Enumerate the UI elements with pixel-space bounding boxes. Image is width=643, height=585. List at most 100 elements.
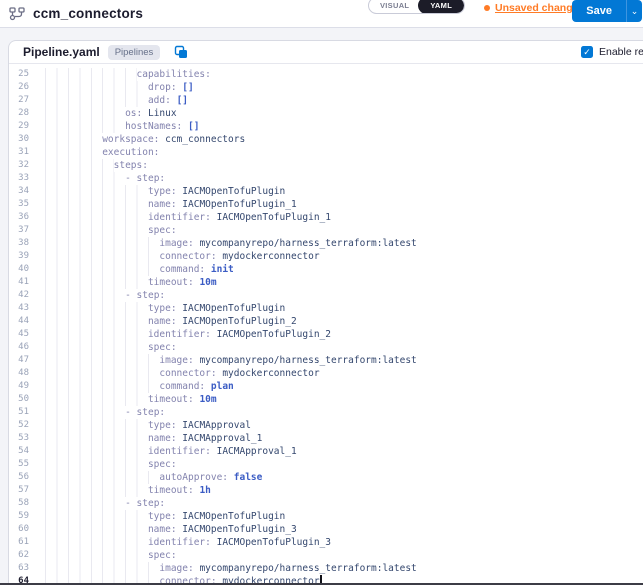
code-line[interactable]: 40command: init	[9, 263, 643, 276]
code-line[interactable]: 57timeout: 1h	[9, 484, 643, 497]
code-line[interactable]: 46spec:	[9, 341, 643, 354]
code-line[interactable]: 27 add: []	[9, 94, 643, 107]
code-line[interactable]: 29hostNames: []	[9, 120, 643, 133]
code-line[interactable]: 49command: plan	[9, 380, 643, 393]
code-line[interactable]: 30workspace: ccm_connectors	[9, 133, 643, 146]
code-line[interactable]: 25capabilities:	[9, 68, 643, 81]
indent-guides	[45, 523, 148, 536]
yaml-value: IACMOpenTofuPlugin_3	[211, 536, 331, 549]
code-line[interactable]: 42- step:	[9, 289, 643, 302]
code-line[interactable]: 50timeout: 10m	[9, 393, 643, 406]
indent-guides	[45, 471, 159, 484]
yaml-key: add:	[148, 94, 171, 107]
line-number: 37	[9, 224, 33, 237]
yaml-key: type:	[148, 419, 177, 432]
yaml-key: type:	[148, 185, 177, 198]
copy-icon[interactable]	[174, 45, 188, 59]
yaml-list-dash: -	[125, 289, 136, 302]
yaml-key: name:	[148, 198, 177, 211]
code-line[interactable]: 54identifier: IACMApproval_1	[9, 445, 643, 458]
line-number: 49	[9, 380, 33, 393]
yaml-key: identifier:	[148, 211, 211, 224]
yaml-key: step:	[137, 172, 166, 185]
code-line[interactable]: 45identifier: IACMOpenTofuPlugin_2	[9, 328, 643, 341]
indent-guides	[45, 380, 159, 393]
line-number: 27	[9, 94, 33, 107]
code-line[interactable]: 55spec:	[9, 458, 643, 471]
code-line[interactable]: 53name: IACMApproval_1	[9, 432, 643, 445]
code-line[interactable]: 26drop: []	[9, 81, 643, 94]
line-number: 56	[9, 471, 33, 484]
line-number: 52	[9, 419, 33, 432]
code-line[interactable]: 59type: IACMOpenTofuPlugin	[9, 510, 643, 523]
code-line[interactable]: 43type: IACMOpenTofuPlugin	[9, 302, 643, 315]
yaml-value: mydockerconnector	[217, 367, 320, 380]
indent-guides	[45, 445, 148, 458]
yaml-value: []	[171, 94, 188, 107]
code-line[interactable]: 34type: IACMOpenTofuPlugin	[9, 185, 643, 198]
line-number: 51	[9, 406, 33, 419]
yaml-key: spec:	[148, 458, 177, 471]
code-line[interactable]: 32steps:	[9, 159, 643, 172]
line-number: 28	[9, 107, 33, 120]
indent-guides	[45, 94, 148, 107]
code-line[interactable]: 48connector: mydockerconnector	[9, 367, 643, 380]
indent-guides	[45, 198, 148, 211]
indent-guides	[45, 328, 148, 341]
indent-guides	[45, 224, 148, 237]
save-split-button[interactable]: Save ⌄	[572, 0, 642, 22]
code-line[interactable]: 63image: mycompanyrepo/harness_terraform…	[9, 562, 643, 575]
save-button[interactable]: Save	[572, 0, 626, 22]
yaml-list-dash: -	[125, 406, 136, 419]
code-line[interactable]: 56autoApprove: false	[9, 471, 643, 484]
line-number: 54	[9, 445, 33, 458]
yaml-code-editor[interactable]: 25capabilities:26drop: []27 add: []28os: …	[9, 64, 643, 585]
readonly-checkbox[interactable]: ✓	[581, 46, 593, 58]
indent-guides	[45, 497, 125, 510]
code-line[interactable]: 47image: mycompanyrepo/harness_terraform…	[9, 354, 643, 367]
indent-guides	[45, 536, 148, 549]
yaml-value: IACMOpenTofuPlugin_1	[211, 211, 331, 224]
code-line[interactable]: 62spec:	[9, 549, 643, 562]
code-line[interactable]: 52type: IACMApproval	[9, 419, 643, 432]
line-number: 43	[9, 302, 33, 315]
yaml-value: IACMOpenTofuPlugin_2	[211, 328, 331, 341]
line-number: 46	[9, 341, 33, 354]
code-line[interactable]: 31execution:	[9, 146, 643, 159]
yaml-key: timeout:	[148, 276, 194, 289]
code-line[interactable]: 60name: IACMOpenTofuPlugin_3	[9, 523, 643, 536]
toggle-yaml-option[interactable]: YAML	[418, 0, 464, 14]
code-line[interactable]: 41timeout: 10m	[9, 276, 643, 289]
save-dropdown-caret-icon[interactable]: ⌄	[626, 0, 642, 22]
yaml-value: IACMOpenTofuPlugin_2	[177, 315, 297, 328]
code-line[interactable]: 51 - step:	[9, 406, 643, 419]
yaml-value: IACMOpenTofuPlugin	[177, 510, 286, 523]
page-title: ccm_connectors	[33, 6, 143, 21]
toggle-visual-option[interactable]: VISUAL	[369, 1, 418, 10]
yaml-key: step:	[137, 406, 166, 419]
yaml-key: capabilities:	[137, 68, 211, 81]
yaml-list-dash: -	[125, 497, 136, 510]
yaml-key: image:	[159, 562, 193, 575]
line-number: 44	[9, 315, 33, 328]
indent-guides	[45, 159, 114, 172]
yaml-key: identifier:	[148, 328, 211, 341]
code-line[interactable]: 36identifier: IACMOpenTofuPlugin_1	[9, 211, 643, 224]
code-line[interactable]: 35name: IACMOpenTofuPlugin_1	[9, 198, 643, 211]
indent-guides	[45, 510, 148, 523]
line-number: 57	[9, 484, 33, 497]
code-line[interactable]: 39connector: mydockerconnector	[9, 250, 643, 263]
indent-guides	[45, 263, 159, 276]
code-line[interactable]: 58- step:	[9, 497, 643, 510]
code-line[interactable]: 44name: IACMOpenTofuPlugin_2	[9, 315, 643, 328]
code-line[interactable]: 38image: mycompanyrepo/harness_terraform…	[9, 237, 643, 250]
line-number: 33	[9, 172, 33, 185]
code-line[interactable]: 61identifier: IACMOpenTofuPlugin_3	[9, 536, 643, 549]
enable-readonly-control: ✓ Enable read/	[581, 41, 643, 63]
code-line[interactable]: 37spec:	[9, 224, 643, 237]
unsaved-changes-link[interactable]: Unsaved changes	[495, 2, 584, 14]
yaml-key: timeout:	[148, 393, 194, 406]
code-line[interactable]: 28os: Linux	[9, 107, 643, 120]
visual-yaml-toggle[interactable]: VISUAL YAML	[368, 0, 465, 14]
code-line[interactable]: 33- step:	[9, 172, 643, 185]
